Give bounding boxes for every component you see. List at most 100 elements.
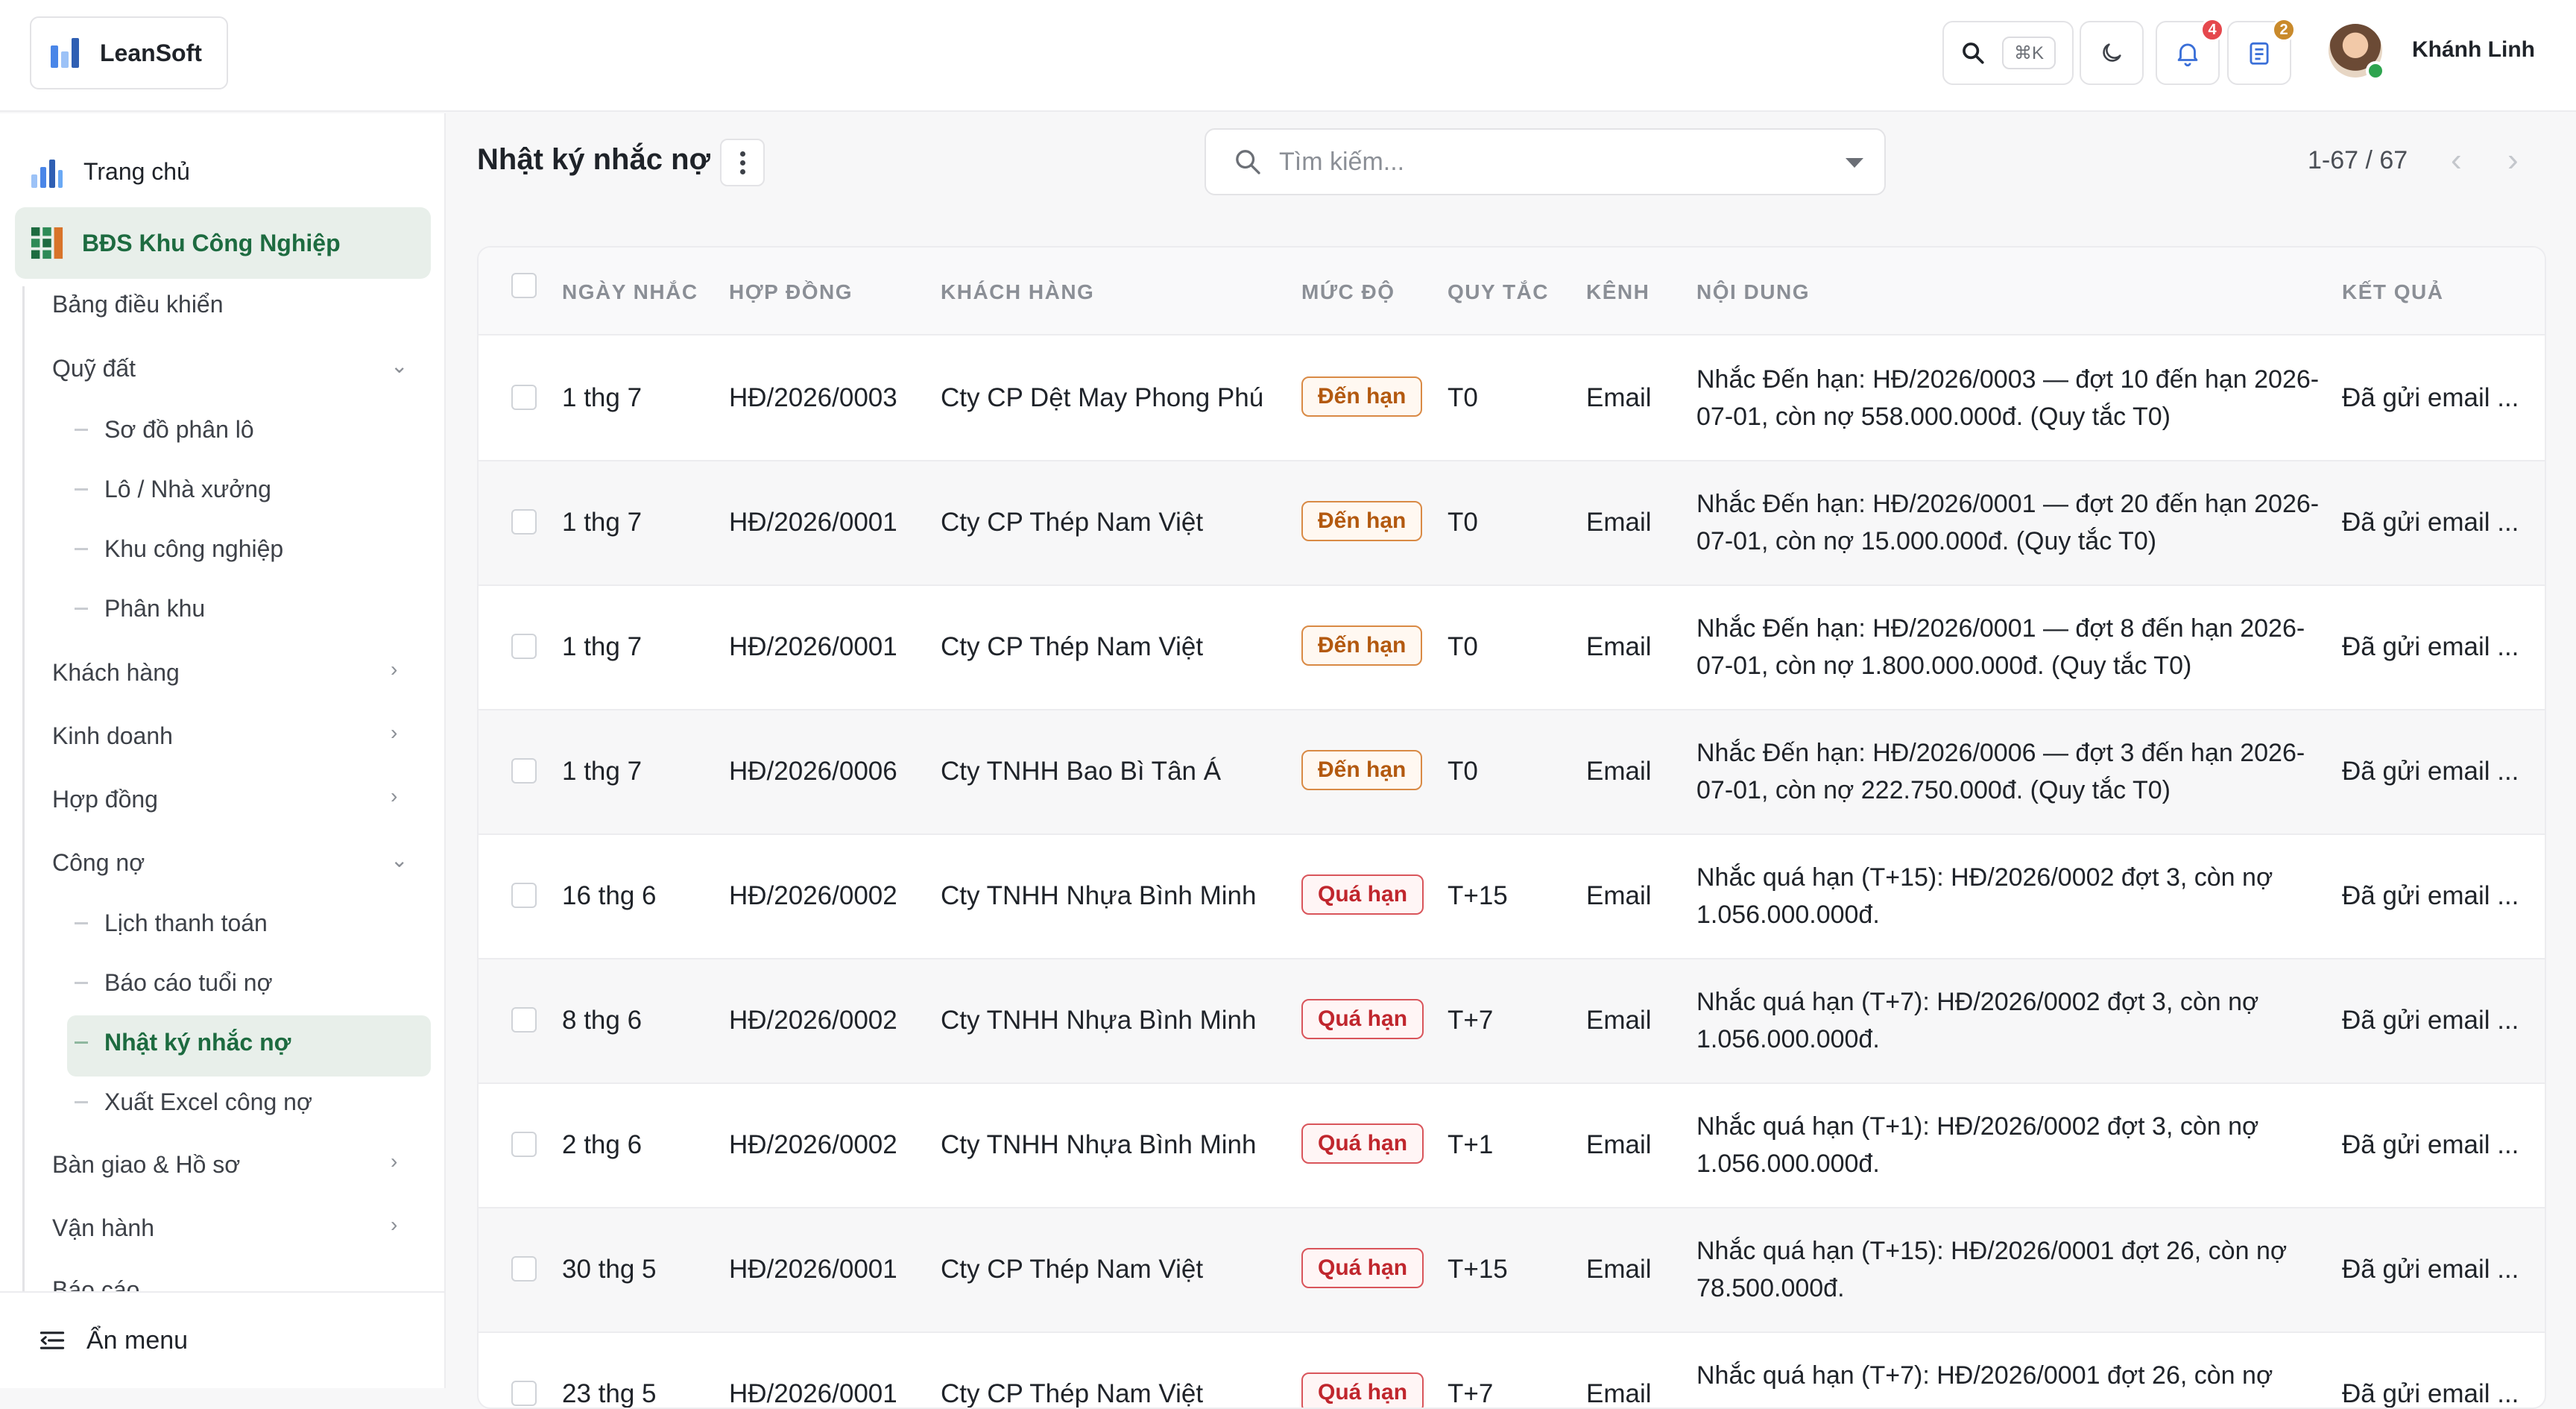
table-row[interactable]: 1 thg 7 HĐ/2026/0003 Cty CP Dệt May Phong …	[479, 337, 2545, 461]
sidebar-subitem-label: Sơ đồ phân lô	[104, 416, 254, 443]
row-checkbox[interactable]	[511, 385, 537, 410]
table-row[interactable]: 16 thg 6 HĐ/2026/0002 Cty TNHH Nhựa Bình M…	[479, 835, 2545, 959]
chevron-right-icon[interactable]: ›	[391, 784, 397, 808]
sidebar-item-receivables[interactable]: Công nợ	[52, 849, 145, 877]
cell-result: Đã gửi email ...	[2342, 632, 2519, 661]
search-input[interactable]	[1279, 147, 1801, 177]
chevron-right-icon[interactable]: ›	[391, 1150, 397, 1173]
cell-date: 8 thg 6	[562, 1006, 643, 1035]
sidebar-item-operations[interactable]: Vận hành	[52, 1214, 154, 1242]
sidebar-subitem-reminder-log[interactable]: Nhật ký nhắc nợ	[75, 1029, 291, 1056]
prev-page-button[interactable]: ‹	[2451, 142, 2462, 179]
online-status-dot	[2366, 61, 2385, 81]
column-header-channel[interactable]: KÊNH	[1586, 280, 1650, 304]
row-checkbox[interactable]	[511, 1132, 537, 1157]
tree-dash	[75, 922, 88, 924]
cell-contract[interactable]: HĐ/2026/0003	[729, 383, 897, 413]
cell-rule: T0	[1448, 632, 1478, 661]
row-checkbox[interactable]	[511, 1381, 537, 1406]
table-row[interactable]: 8 thg 6 HĐ/2026/0002 Cty TNHH Nhựa Bình Mi…	[479, 959, 2545, 1084]
sidebar-subitem-industrial-parks[interactable]: Khu công nghiệp	[75, 535, 283, 563]
theme-toggle-button[interactable]	[2080, 21, 2144, 85]
column-header-customer[interactable]: KHÁCH HÀNG	[941, 280, 1094, 304]
table-row[interactable]: 1 thg 7 HĐ/2026/0001 Cty CP Thép Nam Việt Đ…	[479, 461, 2545, 586]
sidebar-subitem-payment-schedule[interactable]: Lịch thanh toán	[75, 910, 268, 937]
column-header-rule[interactable]: QUY TẮC	[1448, 280, 1549, 304]
row-checkbox[interactable]	[511, 509, 537, 535]
sidebar-subitem-lots-factories[interactable]: Lô / Nhà xưởng	[75, 476, 271, 503]
hide-menu-button[interactable]: Ẩn menu	[0, 1291, 444, 1388]
cell-result: Đã gửi email ...	[2342, 1255, 2519, 1284]
sidebar-item-dashboard[interactable]: Bảng điều khiển	[52, 291, 224, 318]
sidebar-item-sales[interactable]: Kinh doanh	[52, 722, 173, 750]
moon-icon	[2103, 43, 2121, 62]
row-checkbox[interactable]	[511, 1256, 537, 1282]
table-row[interactable]: 1 thg 7 HĐ/2026/0001 Cty CP Thép Nam Việt Đ…	[479, 586, 2545, 710]
filter-dropdown-icon[interactable]	[1846, 158, 1863, 168]
cell-contract[interactable]: HĐ/2026/0001	[729, 1255, 897, 1285]
chevron-down-icon[interactable]: ⌄	[391, 353, 408, 378]
cell-contract[interactable]: HĐ/2026/0001	[729, 508, 897, 538]
more-options-button[interactable]	[720, 139, 765, 186]
table-row[interactable]: 30 thg 5 HĐ/2026/0001 Cty CP Thép Nam Việt…	[479, 1208, 2545, 1333]
cell-contract[interactable]: HĐ/2026/0001	[729, 632, 897, 662]
cell-date: 16 thg 6	[562, 881, 657, 910]
cell-contract[interactable]: HĐ/2026/0006	[729, 757, 897, 787]
cell-contract[interactable]: HĐ/2026/0002	[729, 881, 897, 911]
table-row[interactable]: 1 thg 7 HĐ/2026/0006 Cty TNHH Bao Bì Tân Á…	[479, 710, 2545, 835]
notification-count-badge: 4	[2200, 18, 2224, 42]
column-header-result[interactable]: KẾT QUẢ	[2342, 280, 2444, 304]
row-checkbox[interactable]	[511, 1007, 537, 1033]
row-checkbox[interactable]	[511, 883, 537, 908]
chevron-right-icon[interactable]: ›	[391, 1213, 397, 1237]
row-checkbox[interactable]	[511, 634, 537, 659]
cell-content: Nhắc quá hạn (T+15): HĐ/2026/0001 đợt 26…	[1696, 1237, 2288, 1302]
cell-contract[interactable]: HĐ/2026/0001	[729, 1379, 897, 1408]
column-header-level[interactable]: MỨC ĐỘ	[1301, 280, 1395, 304]
sidebar-item-contracts[interactable]: Hợp đồng	[52, 786, 158, 813]
notifications-button[interactable]: 4	[2156, 18, 2224, 85]
tasks-button[interactable]: 2	[2227, 18, 2296, 85]
search-box[interactable]	[1205, 128, 1886, 195]
hide-menu-label: Ẩn menu	[86, 1326, 189, 1355]
next-page-button[interactable]: ›	[2507, 142, 2519, 179]
column-header-contract[interactable]: HỢP ĐỒNG	[729, 280, 853, 304]
table-row[interactable]: 2 thg 6 HĐ/2026/0002 Cty TNHH Nhựa Bình Mi…	[479, 1084, 2545, 1208]
chevron-right-icon[interactable]: ›	[391, 721, 397, 745]
sidebar-item-handover[interactable]: Bàn giao & Hồ sơ	[52, 1151, 240, 1179]
sidebar-subitem-zones[interactable]: Phân khu	[75, 595, 205, 622]
sidebar-subitem-label: Khu công nghiệp	[104, 535, 284, 562]
chevron-down-icon[interactable]: ⌄	[391, 848, 408, 872]
cell-date: 1 thg 7	[562, 757, 643, 786]
cell-contract[interactable]: HĐ/2026/0002	[729, 1130, 897, 1160]
table-row[interactable]: 23 thg 5 HĐ/2026/0001 Cty CP Thép Nam Việt…	[479, 1333, 2545, 1408]
cell-date: 1 thg 7	[562, 508, 643, 537]
cell-rule: T0	[1448, 757, 1478, 786]
cell-customer: Cty TNHH Nhựa Bình Minh	[941, 1130, 1257, 1159]
cell-result: Đã gửi email ...	[2342, 1130, 2519, 1159]
sidebar-subitem-label: Lô / Nhà xưởng	[104, 476, 271, 502]
status-badge: Đến hạn	[1301, 625, 1423, 666]
row-checkbox[interactable]	[511, 758, 537, 784]
user-name[interactable]: Khánh Linh	[2412, 37, 2535, 63]
search-button[interactable]: ⌘K	[1942, 21, 2074, 85]
sidebar-item-land-fund[interactable]: Quỹ đất	[52, 355, 136, 382]
sidebar-subitem-aging-report[interactable]: Báo cáo tuổi nợ	[75, 969, 273, 997]
sidebar-item-label: Bảng điều khiển	[52, 291, 224, 318]
more-vertical-icon-dot	[739, 168, 745, 174]
sidebar-item-home[interactable]: Trang chủ	[30, 149, 190, 194]
cell-content: Nhắc Đến hạn: HĐ/2026/0006 — đợt 3 đến h…	[1696, 739, 2305, 804]
column-header-content[interactable]: NỘI DUNG	[1696, 280, 1810, 304]
sidebar-subitem-lot-map[interactable]: Sơ đồ phân lô	[75, 416, 254, 444]
sidebar-module-industrial-park[interactable]: BĐS Khu Công Nghiệp	[15, 207, 431, 279]
app-logo-button[interactable]: LeanSoft	[30, 16, 228, 89]
column-header-date[interactable]: NGÀY NHẮC	[562, 280, 698, 304]
cell-content: Nhắc quá hạn (T+1): HĐ/2026/0002 đợt 3, …	[1696, 1112, 2259, 1178]
pagination-info: 1-67 / 67	[2308, 146, 2408, 174]
chevron-right-icon[interactable]: ›	[391, 658, 397, 681]
cell-customer: Cty TNHH Bao Bì Tân Á	[941, 757, 1222, 786]
sidebar-subitem-export-excel[interactable]: Xuất Excel công nợ	[75, 1088, 312, 1116]
cell-contract[interactable]: HĐ/2026/0002	[729, 1006, 897, 1036]
select-all-checkbox[interactable]	[511, 273, 537, 298]
sidebar-item-customers[interactable]: Khách hàng	[52, 659, 180, 687]
